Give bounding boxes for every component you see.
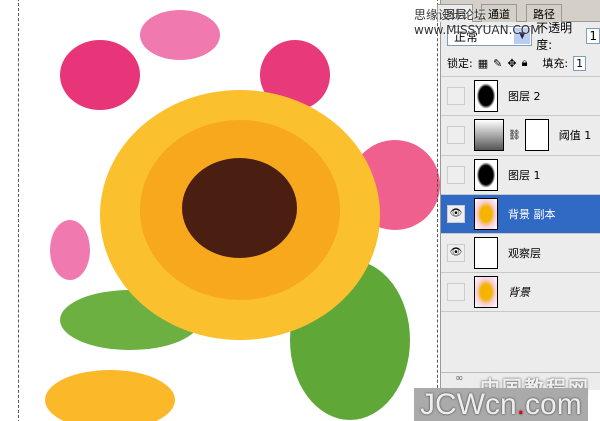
layer-row[interactable]: 背景: [441, 272, 600, 312]
layer-row[interactable]: ⛓ 阈值 1: [441, 115, 600, 154]
layer-row[interactable]: 图层 1: [441, 154, 600, 194]
layer-row-selected[interactable]: 👁︎ 背景 副本: [441, 193, 600, 234]
layer-thumbnail: [474, 198, 498, 231]
layer-name: 背景 副本: [508, 208, 556, 222]
watermark-dot: .: [516, 388, 526, 421]
layer-name: 图层 1: [508, 168, 541, 182]
layer-list: 图层 2 ⛓ 阈值 1 图层 1 👁︎ 背景 副本 👁︎ 观察层 背景: [441, 76, 600, 312]
layer-name: 阈值 1: [558, 129, 592, 143]
lock-move-icon[interactable]: ✥: [507, 57, 516, 70]
link-icon: ⛓: [508, 129, 521, 141]
layer-name: 背景: [508, 286, 530, 300]
link-layers-icon[interactable]: ∞: [455, 373, 463, 384]
layer-name: 图层 2: [508, 90, 541, 104]
layer-row[interactable]: 图层 2: [441, 76, 600, 115]
layer-thumbnail: [474, 80, 498, 113]
lock-all-icon[interactable]: 🔒︎: [522, 56, 528, 70]
layer-row[interactable]: 👁︎ 观察层: [441, 233, 600, 272]
mask-thumbnail: [524, 119, 549, 152]
visibility-toggle[interactable]: [447, 283, 465, 302]
eye-icon[interactable]: 👁︎: [447, 205, 465, 224]
lock-transparent-icon[interactable]: ▦: [478, 57, 488, 70]
layer-thumbnail: [474, 237, 498, 270]
layer-name: 观察层: [508, 247, 541, 261]
adjustment-thumbnail: [474, 119, 504, 152]
fill-input[interactable]: 1: [573, 55, 587, 71]
layer-thumbnail: [474, 158, 498, 191]
eye-icon[interactable]: 👁︎: [447, 244, 465, 263]
image-canvas[interactable]: [0, 0, 440, 421]
layers-panel: 图层 通道 路径 正常 ▼ 不透明度: 1 锁定: ▦ ✎ ✥ 🔒︎ 填充: 1 …: [437, 0, 600, 390]
visibility-toggle[interactable]: [447, 87, 465, 106]
watermark-site: JCWcn.com: [414, 388, 588, 421]
watermark-site-a: JCWcn: [420, 388, 517, 421]
lock-brush-icon[interactable]: ✎: [493, 57, 502, 70]
selection-marquee: [18, 0, 438, 421]
visibility-toggle[interactable]: [447, 165, 465, 184]
watermark-top: 思缘设计论坛 www.MISSYUAN.COM: [414, 8, 541, 37]
fill-label: 填充:: [542, 57, 569, 70]
watermark-site-b: com: [525, 388, 582, 421]
visibility-toggle[interactable]: [447, 126, 465, 145]
layer-thumbnail: [474, 276, 498, 309]
lock-label: 锁定:: [447, 57, 473, 70]
